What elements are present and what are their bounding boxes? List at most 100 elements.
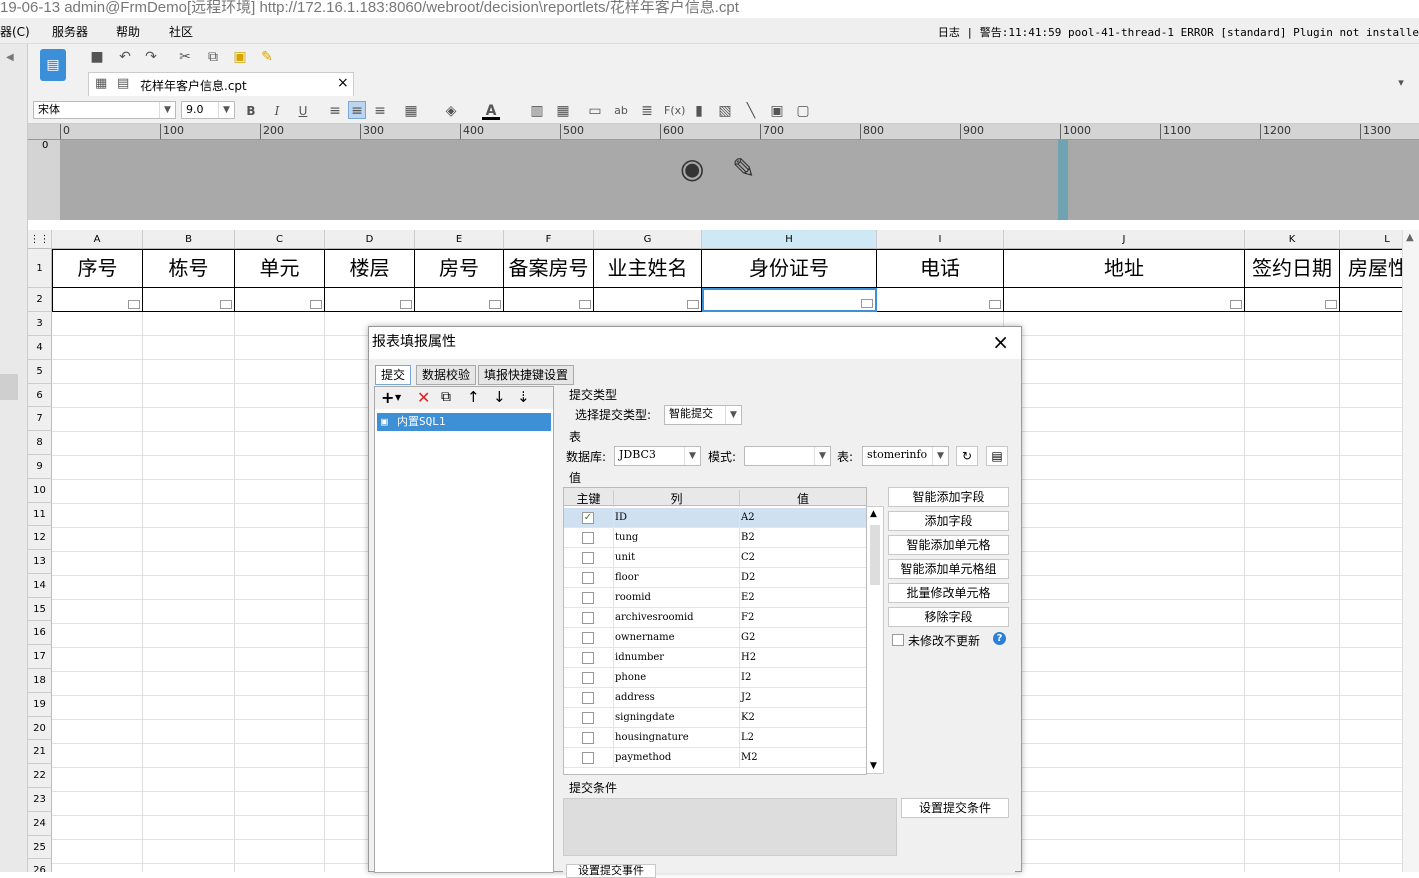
primary-key-checkbox[interactable] <box>582 712 594 724</box>
input-cell[interactable] <box>594 288 702 312</box>
close-icon[interactable]: × <box>992 327 1009 357</box>
input-cell[interactable] <box>415 288 504 312</box>
column-header[interactable]: K <box>1245 230 1340 249</box>
primary-key-checkbox[interactable]: ✓ <box>582 512 594 524</box>
scroll-down-icon[interactable]: ▼ <box>870 761 877 771</box>
row-header[interactable]: 15 <box>28 598 52 621</box>
undo-icon[interactable]: ↶ <box>116 48 134 66</box>
smart-add-field-button[interactable]: 智能添加字段 <box>888 487 1009 507</box>
primary-key-checkbox[interactable] <box>582 572 594 584</box>
column-header[interactable]: I <box>877 230 1004 249</box>
batch-edit-cell-button[interactable]: 批量修改单元格 <box>888 583 1009 603</box>
text-icon[interactable]: ab <box>612 102 630 120</box>
input-cell[interactable] <box>325 288 415 312</box>
row-header[interactable]: 26 <box>28 859 52 872</box>
row-header[interactable]: 11 <box>28 503 52 526</box>
paste-icon[interactable]: ▣ <box>231 48 249 66</box>
header-cell[interactable]: 地址 <box>1004 249 1245 288</box>
no-update-checkbox[interactable] <box>892 634 904 646</box>
row-header[interactable]: 19 <box>28 693 52 717</box>
column-header[interactable]: F <box>504 230 594 249</box>
font-size-select[interactable]: 9.0 ▼ <box>181 101 235 119</box>
row-header[interactable]: 12 <box>28 526 52 550</box>
column-header[interactable]: H <box>702 230 877 249</box>
primary-key-checkbox[interactable] <box>582 612 594 624</box>
field-row[interactable]: archivesroomid F2 <box>564 608 866 628</box>
row-header[interactable]: 18 <box>28 669 52 693</box>
row-header[interactable]: 6 <box>28 384 52 407</box>
header-cell[interactable]: 单元 <box>235 249 325 288</box>
primary-key-checkbox[interactable] <box>582 752 594 764</box>
column-header[interactable]: E <box>415 230 504 249</box>
field-row[interactable]: ownername G2 <box>564 628 866 648</box>
edit-pencil-icon[interactable]: ✎ <box>732 152 755 185</box>
row-header[interactable]: 20 <box>28 717 52 740</box>
field-row[interactable]: unit C2 <box>564 548 866 568</box>
field-row[interactable]: tung B2 <box>564 528 866 548</box>
bold-icon[interactable]: B <box>242 102 260 120</box>
header-canvas[interactable]: ◉ ✎ <box>60 140 1419 220</box>
row-header[interactable]: 22 <box>28 764 52 788</box>
header-cell[interactable]: 电话 <box>877 249 1004 288</box>
row-header[interactable]: 25 <box>28 836 52 859</box>
richtext-icon[interactable]: ≣ <box>638 102 656 120</box>
scroll-thumb[interactable] <box>870 525 880 585</box>
sort-icon[interactable]: ⇣ <box>517 388 530 406</box>
unmerge-cell-icon[interactable]: ▦ <box>554 102 572 120</box>
header-cell[interactable]: 签约日期 <box>1245 249 1340 288</box>
file-tab[interactable]: ▦ ▤ 花样年客户信息.cpt × <box>88 72 354 96</box>
column-header[interactable]: D <box>325 230 415 249</box>
table-scrollbar[interactable]: ▲ ▼ <box>867 506 884 774</box>
row-header[interactable]: 24 <box>28 812 52 836</box>
preview-table-button[interactable]: ▤ <box>986 446 1008 466</box>
collapse-arrow-icon[interactable]: ◀ <box>6 52 14 63</box>
redo-icon[interactable]: ↷ <box>142 48 160 66</box>
delete-icon[interactable]: ✕ <box>417 388 430 407</box>
field-row[interactable]: housingnature L2 <box>564 728 866 748</box>
slash-cell-icon[interactable]: ╲ <box>742 102 760 120</box>
template-icon[interactable]: ▤ <box>40 49 66 81</box>
submit-type-select[interactable]: 智能提交 ▼ <box>664 405 742 425</box>
row-header[interactable]: 7 <box>28 407 52 431</box>
primary-key-checkbox[interactable] <box>582 692 594 704</box>
input-cell[interactable] <box>1245 288 1340 312</box>
float-element-icon[interactable]: ▢ <box>794 102 812 120</box>
image-icon[interactable]: ▧ <box>716 102 734 120</box>
input-cell-selected[interactable] <box>702 288 877 312</box>
primary-key-checkbox[interactable] <box>582 652 594 664</box>
primary-key-checkbox[interactable] <box>582 592 594 604</box>
set-submit-event-button[interactable]: 设置提交事件 <box>566 864 656 878</box>
submit-item[interactable]: ▣ 内置SQL1 <box>377 413 551 431</box>
row-header[interactable]: 21 <box>28 740 52 764</box>
field-row[interactable]: signingdate K2 <box>564 708 866 728</box>
copy-icon[interactable]: ⧉ <box>441 389 451 405</box>
vertical-scrollbar[interactable]: ▲ <box>1402 230 1419 872</box>
header-cell[interactable]: 楼层 <box>325 249 415 288</box>
primary-key-checkbox[interactable] <box>582 672 594 684</box>
align-left-icon[interactable]: ≡ <box>326 102 344 120</box>
merge-cell-icon[interactable]: ▥ <box>528 102 546 120</box>
menu-item-server[interactable]: 服务器 <box>52 23 88 40</box>
insert-cell-icon[interactable]: ▭ <box>586 102 604 120</box>
row-header[interactable]: 16 <box>28 621 52 645</box>
tab-data-validation[interactable]: 数据校验 <box>416 365 477 385</box>
italic-icon[interactable]: I <box>268 102 286 120</box>
subreport-icon[interactable]: ▣ <box>768 102 786 120</box>
input-cell[interactable] <box>143 288 235 312</box>
row-header[interactable]: 23 <box>28 788 52 812</box>
menu-item-community[interactable]: 社区 <box>169 23 193 40</box>
log-status[interactable]: 日志 | 警告:11:41:59 pool-41-thread-1 ERROR … <box>938 24 1419 40</box>
refresh-button[interactable]: ↻ <box>956 446 978 466</box>
add-field-button[interactable]: 添加字段 <box>888 511 1009 531</box>
scroll-up-icon[interactable]: ▲ <box>870 509 877 519</box>
chart-icon[interactable]: ▮ <box>690 102 708 120</box>
menu-item-help[interactable]: 帮助 <box>116 23 140 40</box>
field-row[interactable]: ✓ ID A2 <box>564 508 866 528</box>
primary-key-checkbox[interactable] <box>582 632 594 644</box>
field-row[interactable]: address J2 <box>564 688 866 708</box>
header-cell[interactable]: 房号 <box>415 249 504 288</box>
side-tab[interactable] <box>0 374 18 400</box>
table-select[interactable]: stomerinfo ▼ <box>862 446 949 466</box>
set-condition-button[interactable]: 设置提交条件 <box>901 798 1009 818</box>
smart-add-cell-button[interactable]: 智能添加单元格 <box>888 535 1009 555</box>
